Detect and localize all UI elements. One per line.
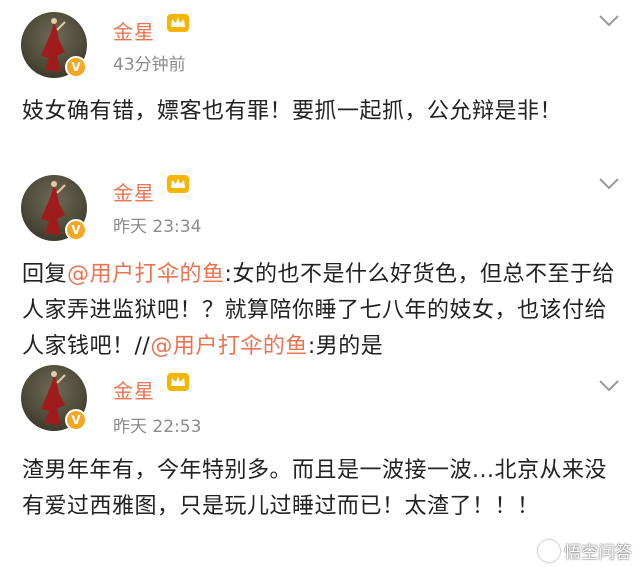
- weibo-post: V 金星 43分钟前 妓女确有错，嫖客也有罪！要抓一起抓，公允辩是非！: [0, 0, 640, 175]
- watermark-text: 悟空问答: [564, 543, 632, 563]
- repost-marker: //: [134, 334, 151, 359]
- weibo-post: V 金星 昨天 22:53 渣男年年有，今年特别多。而且是一波接一波...北京从…: [0, 365, 640, 567]
- chevron-down-icon[interactable]: [598, 14, 620, 28]
- author-name[interactable]: 金星: [113, 16, 155, 45]
- post-text: 渣男年年有，今年特别多。而且是一波接一波...北京从来没有爱过西雅图，只是玩儿过…: [22, 458, 607, 519]
- mention-link[interactable]: @用户打伞的鱼: [67, 262, 225, 287]
- chevron-down-icon[interactable]: [598, 379, 620, 393]
- verified-badge-icon: V: [65, 409, 87, 431]
- post-time: 43分钟前: [113, 55, 186, 75]
- weibo-post: V 金星 昨天 23:34 回复@用户打伞的鱼:女的也不是什么好货色，但总不至于…: [0, 175, 640, 365]
- watermark: 悟空问答: [538, 538, 632, 563]
- reply-prefix: 回复: [22, 262, 68, 287]
- verified-badge-icon: V: [65, 219, 87, 241]
- vip-crown-icon: [167, 373, 189, 391]
- post-text: 回复@用户打伞的鱼:女的也不是什么好货色，但总不至于给人家弄进监狱吧！？就算陪你…: [22, 257, 622, 365]
- author-name[interactable]: 金星: [113, 177, 155, 206]
- vip-crown-icon: [167, 14, 189, 32]
- mention-link[interactable]: @用户打伞的鱼: [150, 334, 308, 359]
- wukong-logo-icon: [538, 539, 560, 562]
- author-name[interactable]: 金星: [113, 375, 155, 404]
- post-text: 妓女确有错，嫖客也有罪！要抓一起抓，公允辩是非！: [22, 99, 563, 124]
- vip-crown-icon: [167, 175, 189, 193]
- post-time: 昨天 22:53: [113, 417, 202, 437]
- post-time: 昨天 23:34: [113, 217, 202, 237]
- verified-badge-icon: V: [65, 56, 87, 78]
- repost-text: :男的是: [307, 334, 384, 359]
- chevron-down-icon[interactable]: [598, 177, 620, 191]
